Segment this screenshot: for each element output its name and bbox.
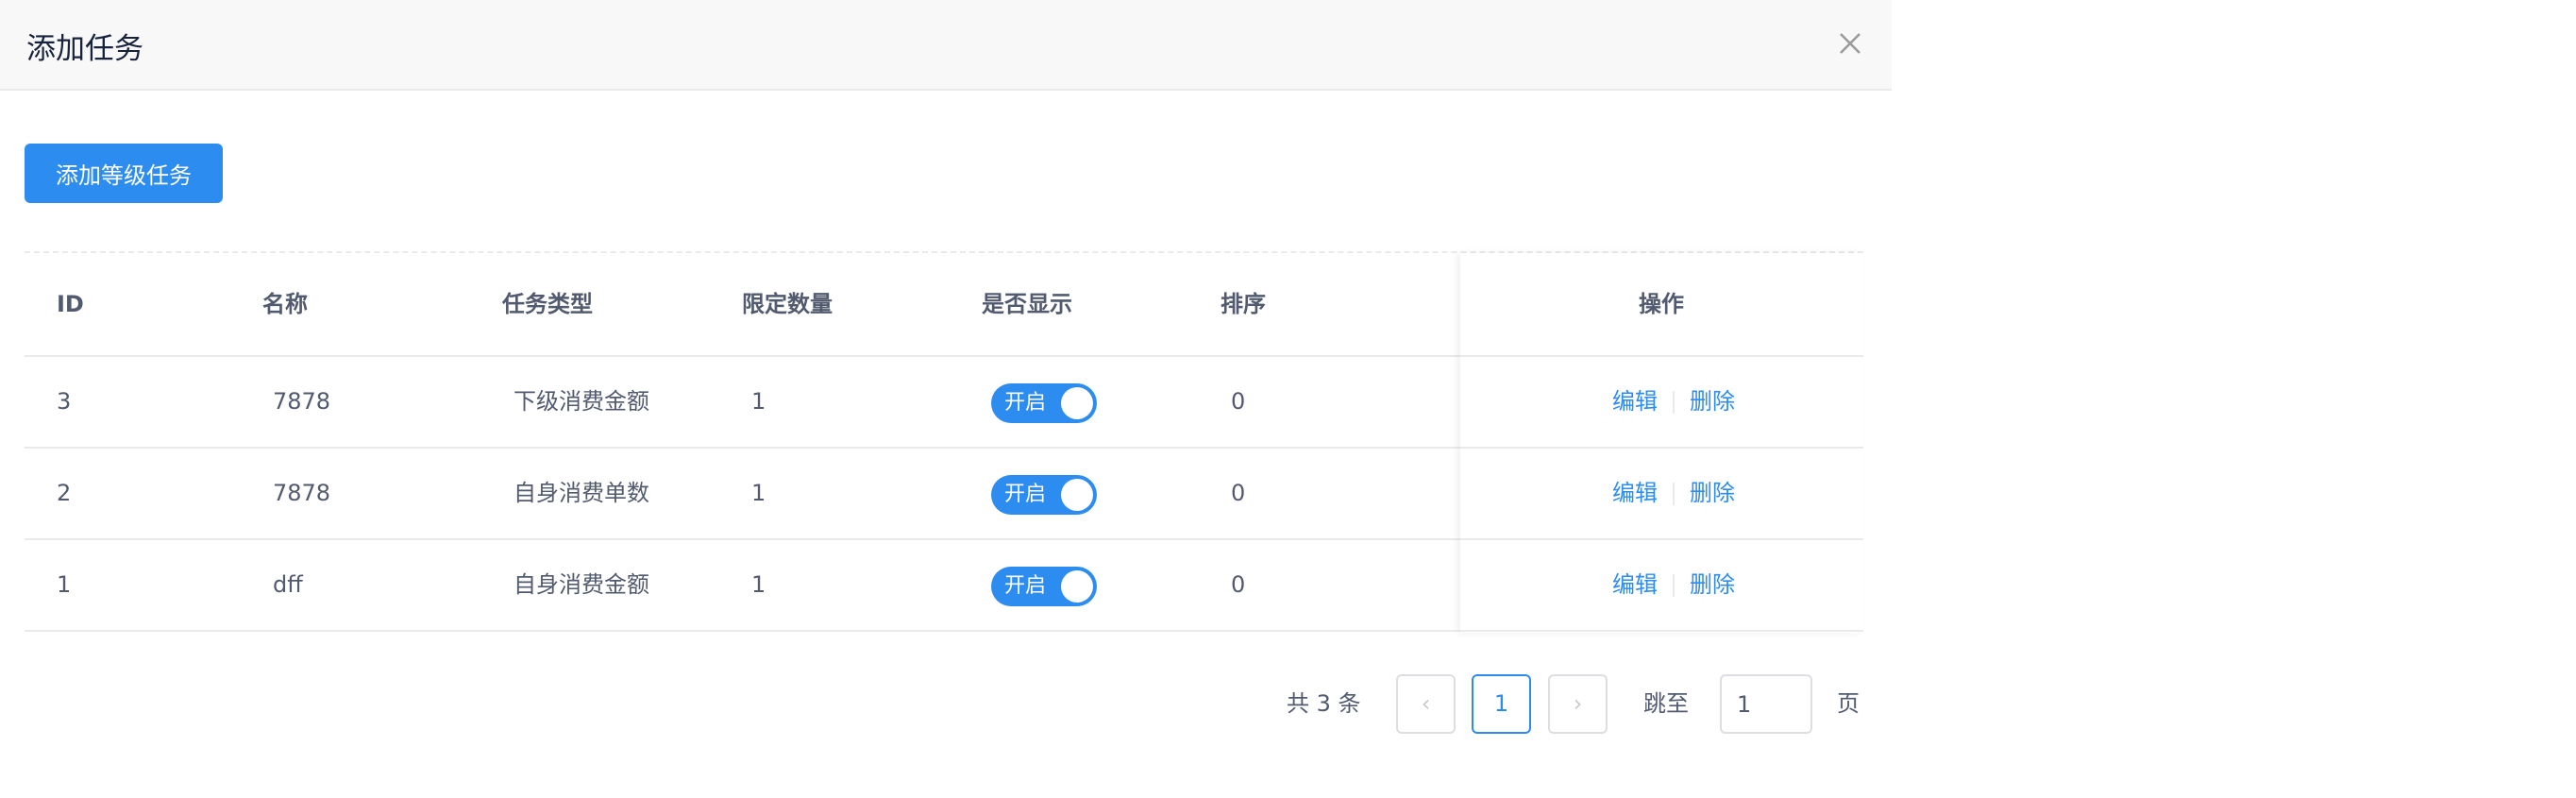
cell-type: 自身消费单数: [514, 480, 649, 506]
cell-sort: 0: [1231, 388, 1246, 415]
col-actions: 操作: [1639, 291, 1684, 317]
col-name: 名称: [262, 291, 308, 317]
toggle-label: 开启: [1004, 574, 1047, 598]
page-1-button[interactable]: 1: [1472, 674, 1531, 734]
table-header: ID 名称 任务类型 限定数量 是否显示 排序 操作: [25, 253, 1863, 357]
cell-type: 下级消费金额: [514, 388, 649, 415]
cell-limit: 1: [751, 388, 766, 415]
dialog-header: 添加任务: [0, 0, 1892, 91]
edit-link[interactable]: 编辑: [1612, 357, 1658, 447]
delete-link[interactable]: 删除: [1690, 540, 1735, 630]
cell-sort: 0: [1231, 480, 1246, 506]
cell-limit: 1: [751, 571, 766, 598]
cell-limit: 1: [751, 480, 766, 506]
jump-label: 跳至: [1643, 690, 1689, 717]
toggle-knob: [1061, 387, 1093, 419]
table-row: 1 dff 自身消费金额 1 开启 0 编辑 删除: [25, 540, 1863, 632]
pagination-total: 共 3 条: [1287, 690, 1361, 717]
toggle-label: 开启: [1004, 483, 1047, 506]
cell-name: 7878: [273, 480, 331, 506]
close-icon[interactable]: [1831, 25, 1869, 62]
col-type: 任务类型: [502, 291, 593, 317]
col-sort: 排序: [1221, 291, 1266, 317]
col-id: ID: [57, 291, 84, 317]
page-suffix: 页: [1837, 690, 1860, 717]
table-row: 2 7878 自身消费单数 1 开启 0 编辑 删除: [25, 449, 1863, 540]
toggle-knob: [1061, 570, 1093, 603]
col-show: 是否显示: [982, 291, 1072, 317]
cell-id: 1: [57, 571, 72, 598]
divider: [1673, 391, 1675, 414]
add-level-task-button[interactable]: 添加等级任务: [25, 144, 223, 203]
divider: [1673, 483, 1675, 505]
cell-id: 2: [57, 480, 72, 506]
divider: [1673, 574, 1675, 597]
task-table: ID 名称 任务类型 限定数量 是否显示 排序 操作 3 7878 下级消费金额…: [25, 251, 1863, 632]
dialog-title: 添加任务: [26, 32, 143, 66]
add-task-dialog: 添加任务 添加等级任务 ID 名称 任务类型 限定数量 是否显示 排序 操作 3…: [0, 0, 1892, 798]
toggle-knob: [1061, 479, 1093, 511]
cell-id: 3: [57, 388, 72, 415]
next-page-button[interactable]: ›: [1548, 674, 1608, 734]
edit-link[interactable]: 编辑: [1612, 540, 1658, 630]
jump-page-input[interactable]: [1720, 674, 1812, 734]
col-limit: 限定数量: [742, 291, 833, 317]
cell-name: 7878: [273, 388, 331, 415]
table-row: 3 7878 下级消费金额 1 开启 0 编辑 删除: [25, 357, 1863, 449]
cell-sort: 0: [1231, 571, 1246, 598]
cell-type: 自身消费金额: [514, 571, 649, 598]
show-toggle[interactable]: 开启: [991, 475, 1097, 515]
cell-name: dff: [273, 571, 303, 598]
delete-link[interactable]: 删除: [1690, 449, 1735, 538]
prev-page-button[interactable]: ‹: [1396, 674, 1456, 734]
edit-link[interactable]: 编辑: [1612, 449, 1658, 538]
show-toggle[interactable]: 开启: [991, 383, 1097, 423]
show-toggle[interactable]: 开启: [991, 567, 1097, 606]
delete-link[interactable]: 删除: [1690, 357, 1735, 447]
toggle-label: 开启: [1004, 391, 1047, 415]
